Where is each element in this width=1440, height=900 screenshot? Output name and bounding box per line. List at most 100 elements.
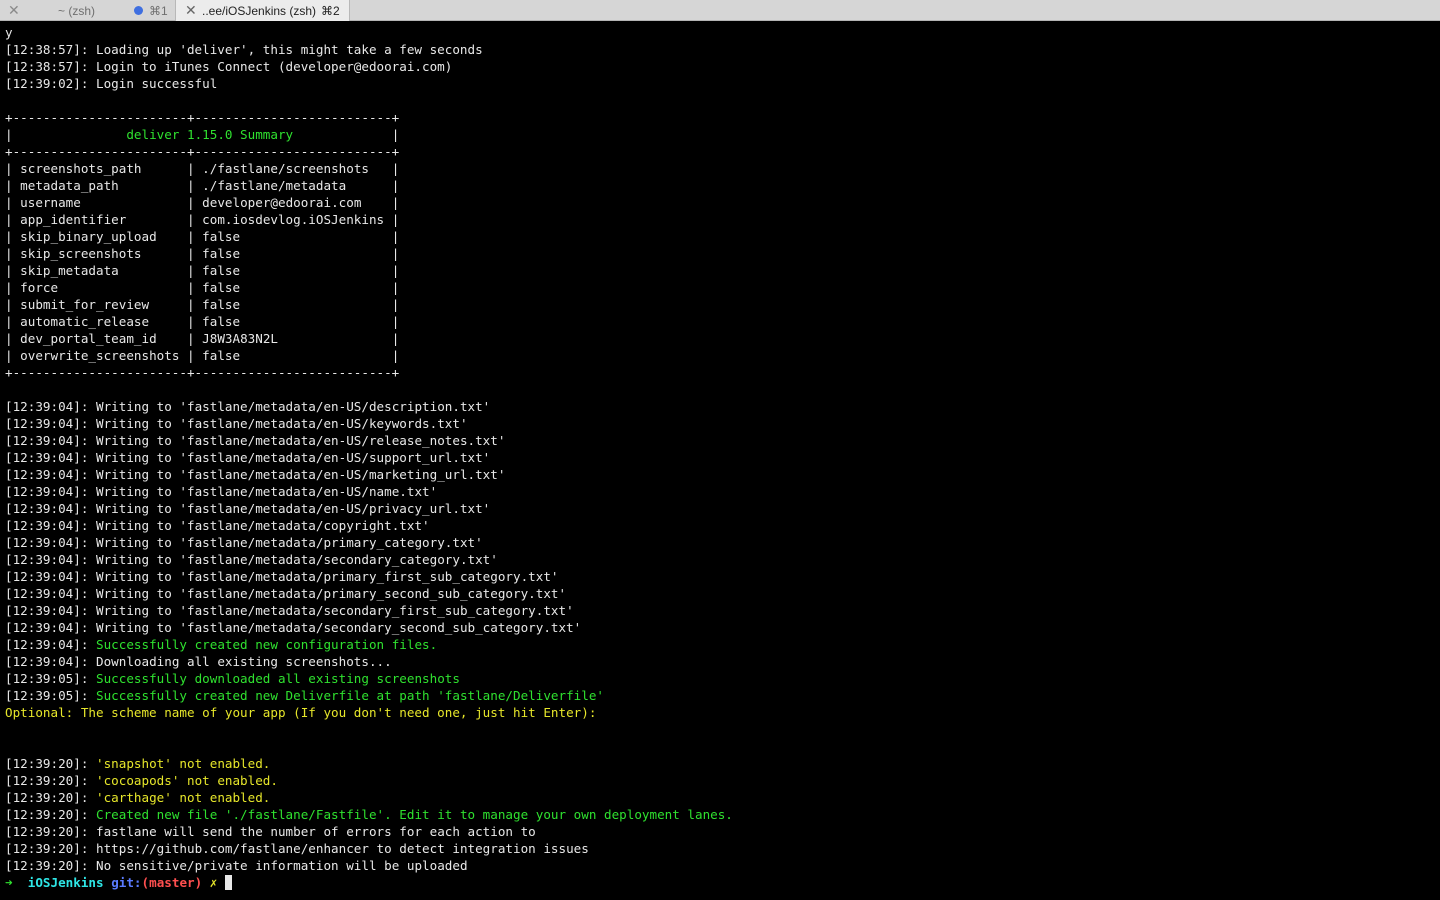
summary-value: false — [202, 229, 241, 244]
log-message: Downloading all existing screenshots... — [96, 654, 392, 669]
log-line: [12:39:20]: 'snapshot' not enabled. — [5, 755, 1440, 772]
log-line: [12:39:04]: Writing to 'fastlane/metadat… — [5, 449, 1440, 466]
summary-row: | username | developer@edoorai.com | — [5, 195, 400, 210]
summary-row: | overwrite_screenshots | false | — [5, 348, 400, 363]
log-line: [12:39:20]: 'carthage' not enabled. — [5, 789, 1440, 806]
summary-key: screenshots_path — [20, 161, 142, 176]
tab-title: ~ (zsh) — [58, 3, 96, 18]
tab-iosjenkins[interactable]: ✕ ..ee/iOSJenkins (zsh) ⌘2 — [176, 0, 350, 21]
log-timestamp: [12:39:04]: — [5, 552, 89, 567]
log-timestamp: [12:39:20]: — [5, 824, 89, 839]
log-line: [12:39:04]: Writing to 'fastlane/metadat… — [5, 517, 1440, 534]
log-line: [12:39:20]: Created new file './fastlane… — [5, 806, 1440, 823]
summary-row: | submit_for_review | false | — [5, 297, 400, 312]
log-line: [12:39:04]: Writing to 'fastlane/metadat… — [5, 398, 1440, 415]
log-line: [12:39:04]: Writing to 'fastlane/metadat… — [5, 432, 1440, 449]
log-message: Writing to 'fastlane/metadata/primary_ca… — [96, 535, 483, 550]
summary-value: false — [202, 263, 241, 278]
summary-border: +-----------------------+---------------… — [5, 144, 400, 159]
summary-key: skip_binary_upload — [20, 229, 157, 244]
log-timestamp: [12:39:04]: — [5, 603, 89, 618]
log-message: https://github.com/fastlane/enhancer to … — [96, 841, 589, 856]
summary-row: | metadata_path | ./fastlane/metadata | — [5, 178, 400, 193]
log-line: [12:39:20]: https://github.com/fastlane/… — [5, 840, 1440, 857]
summary-border: +-----------------------+---------------… — [5, 365, 400, 380]
log-line: [12:39:04]: Writing to 'fastlane/metadat… — [5, 551, 1440, 568]
close-tab-icon[interactable]: ✕ — [8, 3, 20, 17]
log-output: [12:39:04]: Writing to 'fastlane/metadat… — [5, 398, 1440, 704]
summary-value: false — [202, 314, 241, 329]
activity-dot-icon — [134, 6, 143, 15]
log-timestamp: [12:39:04]: — [5, 450, 89, 465]
summary-key: skip_metadata — [20, 263, 119, 278]
log-timestamp: [12:39:04]: — [5, 399, 89, 414]
summary-row: | app_identifier | com.iosdevlog.iOSJenk… — [5, 212, 400, 227]
summary-row: | automatic_release | false | — [5, 314, 400, 329]
log-line: [12:39:04]: Writing to 'fastlane/metadat… — [5, 534, 1440, 551]
summary-key: dev_portal_team_id — [20, 331, 157, 346]
log-message: Writing to 'fastlane/metadata/secondary_… — [96, 603, 574, 618]
summary-row: | dev_portal_team_id | J8W3A83N2L | — [5, 331, 400, 346]
log-message: Writing to 'fastlane/metadata/en-US/mark… — [96, 467, 506, 482]
log-timestamp: [12:39:04]: — [5, 433, 89, 448]
tab-shortcut: ⌘1 — [149, 3, 168, 18]
summary-key: force — [20, 280, 59, 295]
log-message: Successfully created new configuration f… — [96, 637, 438, 652]
summary-value: developer@edoorai.com — [202, 195, 362, 210]
summary-key: username — [20, 195, 81, 210]
terminal-line: [12:38:57]: Login to iTunes Connect (dev… — [5, 59, 453, 74]
log-line: [12:39:20]: 'cocoapods' not enabled. — [5, 772, 1440, 789]
summary-value: ./fastlane/screenshots — [202, 161, 369, 176]
shell-prompt[interactable]: ➜ iOSJenkins git:(master) ✗ — [5, 874, 1440, 891]
log-line: [12:39:04]: Writing to 'fastlane/metadat… — [5, 415, 1440, 432]
log-timestamp: [12:39:20]: — [5, 773, 89, 788]
log-message: Writing to 'fastlane/metadata/en-US/desc… — [96, 399, 491, 414]
log-timestamp: [12:39:05]: — [5, 688, 89, 703]
log-line: [12:39:05]: Successfully created new Del… — [5, 687, 1440, 704]
log-timestamp: [12:39:04]: — [5, 620, 89, 635]
summary-row: | skip_binary_upload | false | — [5, 229, 400, 244]
terminal-output[interactable]: y [12:38:57]: Loading up 'deliver', this… — [5, 24, 1440, 891]
summary-row: | force | false | — [5, 280, 400, 295]
log-line: [12:39:05]: Successfully downloaded all … — [5, 670, 1440, 687]
close-tab-icon[interactable]: ✕ — [185, 3, 197, 17]
summary-value: false — [202, 246, 241, 261]
summary-title-row: | deliver 1.15.0 Summary | — [5, 127, 400, 142]
summary-value: false — [202, 348, 241, 363]
log-timestamp: [12:39:04]: — [5, 518, 89, 533]
log-line: [12:39:04]: Writing to 'fastlane/metadat… — [5, 466, 1440, 483]
prompt-branch: (master) — [141, 875, 203, 890]
summary-key: metadata_path — [20, 178, 119, 193]
summary-value: false — [202, 297, 241, 312]
tab-bar: ✕ ~ (zsh) ⌘1 ✕ ..ee/iOSJenkins (zsh) ⌘2 — [0, 0, 1440, 21]
log-line: [12:39:04]: Successfully created new con… — [5, 636, 1440, 653]
terminal-line: [12:39:02]: Login successful — [5, 76, 218, 91]
tab-zsh-home[interactable]: ✕ ~ (zsh) ⌘1 — [0, 0, 176, 21]
summary-row: | skip_metadata | false | — [5, 263, 400, 278]
summary-key: overwrite_screenshots — [20, 348, 180, 363]
log-message: Successfully downloaded all existing scr… — [96, 671, 460, 686]
text-cursor — [224, 875, 232, 890]
log-message: 'cocoapods' not enabled. — [96, 773, 278, 788]
prompt-arrow-icon: ➜ — [5, 875, 13, 890]
log-message: 'snapshot' not enabled. — [96, 756, 271, 771]
log-message: Writing to 'fastlane/metadata/en-US/keyw… — [96, 416, 468, 431]
log-line: [12:39:20]: No sensitive/private informa… — [5, 857, 1440, 874]
tab-shortcut: ⌘2 — [321, 3, 340, 18]
log-timestamp: [12:39:04]: — [5, 569, 89, 584]
log-timestamp: [12:39:04]: — [5, 535, 89, 550]
log-message: 'carthage' not enabled. — [96, 790, 271, 805]
prompt-git-label: git: — [111, 875, 142, 890]
summary-title: deliver 1.15.0 Summary — [126, 127, 294, 142]
log-line: [12:39:04]: Writing to 'fastlane/metadat… — [5, 619, 1440, 636]
tab-bar-empty-area[interactable] — [350, 0, 1440, 20]
summary-value: com.iosdevlog.iOSJenkins — [202, 212, 385, 227]
terminal-echo: y — [5, 25, 13, 40]
log-timestamp: [12:39:04]: — [5, 416, 89, 431]
log-timestamp: [12:39:04]: — [5, 654, 89, 669]
log-message: No sensitive/private information will be… — [96, 858, 468, 873]
summary-key: submit_for_review — [20, 297, 150, 312]
